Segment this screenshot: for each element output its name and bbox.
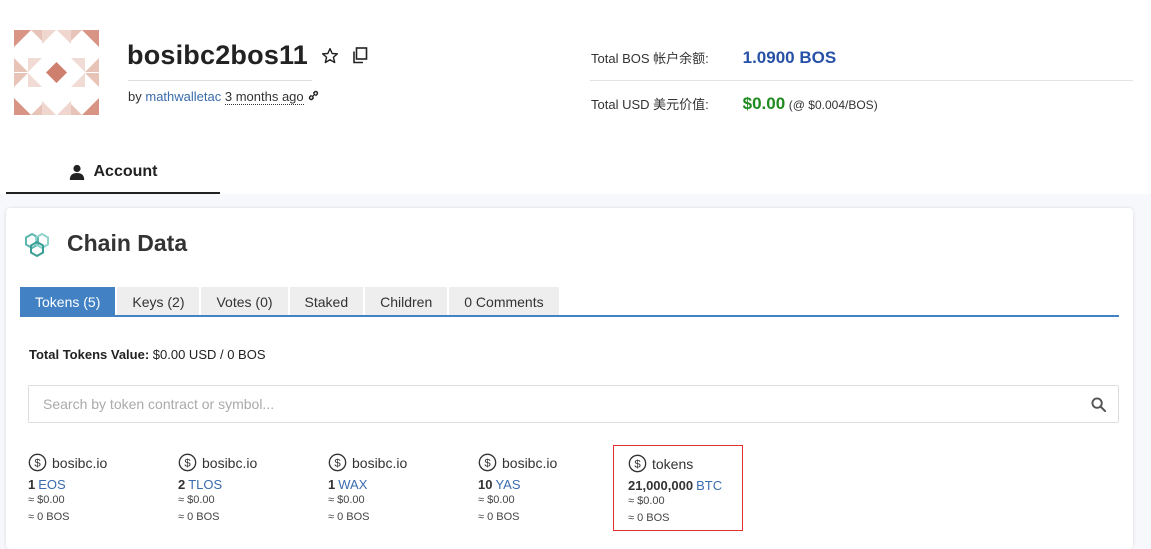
coin-icon: $ [328,453,347,472]
token-search-input[interactable] [29,386,1079,422]
coin-icon: $ [478,453,497,472]
chain-data-icon [25,232,49,258]
token-contract: $ bosibc.io [328,453,407,472]
token-search [28,385,1119,423]
token-amount-value: 1 [328,477,336,492]
token-usd-value: ≈ $0.00 [478,494,515,506]
token-amount: 10 YAS [478,477,521,492]
token-amount-value: 10 [478,477,493,492]
chain-data-tabs: Tokens (5) Keys (2) Votes (0) Staked Chi… [20,287,561,316]
usd-balance-row: Total USD 美元价值: $0.00 (@ $0.004/BOS) [591,94,878,114]
tab-account[interactable]: Account [6,152,220,194]
token-amount: 21,000,000 BTC [628,478,722,493]
search-icon[interactable] [1091,397,1106,412]
svg-text:$: $ [334,458,341,470]
token-amount-value: 2 [178,477,186,492]
token-contract-label: bosibc.io [502,454,558,471]
tab-comments[interactable]: 0 Comments [449,287,559,316]
tab-staked[interactable]: Staked [289,287,364,316]
star-icon[interactable] [321,47,339,65]
token-symbol-link[interactable]: YAS [495,477,520,492]
balance-divider [590,80,1133,81]
svg-text:$: $ [34,458,41,470]
token-amount: 1 EOS [28,477,66,492]
tab-children[interactable]: Children [365,287,448,316]
token-amount-value: 21,000,000 [628,478,694,493]
coin-icon: $ [28,453,47,472]
name-divider [128,80,312,81]
token-card[interactable]: $ bosibc.io 10 YAS ≈ $0.00 ≈ 0 BOS [478,453,608,529]
token-contract-label: bosibc.io [52,454,108,471]
token-card[interactable]: $ bosibc.io 2 TLOS ≈ $0.00 ≈ 0 BOS [178,453,308,529]
tabs-underline [20,315,1119,317]
link-icon[interactable] [307,89,320,102]
token-amount: 1 WAX [328,477,367,492]
token-amount-value: 1 [28,477,36,492]
token-bos-value: ≈ 0 BOS [478,511,520,523]
token-usd-value: ≈ $0.00 [328,494,365,506]
account-name: bosibc2bos11 [127,40,308,70]
token-symbol-link[interactable]: EOS [38,477,65,492]
token-usd-value: ≈ $0.00 [178,494,215,506]
tab-tokens[interactable]: Tokens (5) [20,287,116,316]
tab-account-label: Account [93,163,158,180]
coin-icon: $ [178,453,197,472]
account-avatar [14,30,99,115]
token-bos-value: ≈ 0 BOS [28,511,70,523]
svg-text:$: $ [484,458,491,470]
token-bos-value: ≈ 0 BOS [328,511,370,523]
token-bos-value: ≈ 0 BOS [178,511,220,523]
bos-balance-value: 1.0900 BOS [742,48,837,67]
token-symbol-link[interactable]: BTC [696,478,722,493]
copy-icon[interactable] [352,47,368,64]
total-tokens-amount: $0.00 USD / 0 BOS [152,347,266,362]
svg-text:$: $ [634,459,641,471]
bos-balance-label: Total BOS 帐户余额: [591,51,709,66]
user-icon [69,164,84,180]
bos-rate: (@ $0.004/BOS) [788,98,878,112]
total-tokens-label: Total Tokens Value: [29,347,150,362]
token-contract-label: bosibc.io [202,454,258,471]
usd-balance-value: $0.00 [742,94,786,113]
tab-keys[interactable]: Keys (2) [117,287,200,316]
token-amount: 2 TLOS [178,477,222,492]
token-contract: $ bosibc.io [28,453,107,472]
tab-votes[interactable]: Votes (0) [201,287,288,316]
by-label: by [128,89,142,104]
account-byline: by mathwalletac 3 months ago [128,89,320,105]
token-bos-value: ≈ 0 BOS [628,512,670,524]
account-header: bosibc2bos11 by mathwalletac 3 months ag… [0,0,1151,150]
token-symbol-link[interactable]: WAX [338,477,367,492]
token-contract-label: tokens [652,455,694,472]
svg-text:$: $ [184,458,191,470]
token-card-highlighted[interactable]: $ tokens 21,000,000 BTC ≈ $0.00 ≈ 0 BOS [613,445,743,531]
token-contract: $ bosibc.io [178,453,257,472]
usd-balance-label: Total USD 美元价值: [591,97,709,112]
chain-data-title: Chain Data [67,230,188,256]
token-card[interactable]: $ bosibc.io 1 EOS ≈ $0.00 ≈ 0 BOS [28,453,158,529]
token-contract-label: bosibc.io [352,454,408,471]
token-symbol-link[interactable]: TLOS [188,477,222,492]
token-usd-value: ≈ $0.00 [628,495,665,507]
created-ago[interactable]: 3 months ago [224,89,304,105]
creator-link[interactable]: mathwalletac [145,89,221,104]
token-contract: $ bosibc.io [478,453,557,472]
coin-icon: $ [628,454,647,473]
token-usd-value: ≈ $0.00 [28,494,65,506]
total-tokens-value: Total Tokens Value: $0.00 USD / 0 BOS [29,347,266,362]
token-contract: $ tokens [628,454,693,473]
token-card[interactable]: $ bosibc.io 1 WAX ≈ $0.00 ≈ 0 BOS [328,453,458,529]
bos-balance-row: Total BOS 帐户余额: 1.0900 BOS [591,48,836,68]
